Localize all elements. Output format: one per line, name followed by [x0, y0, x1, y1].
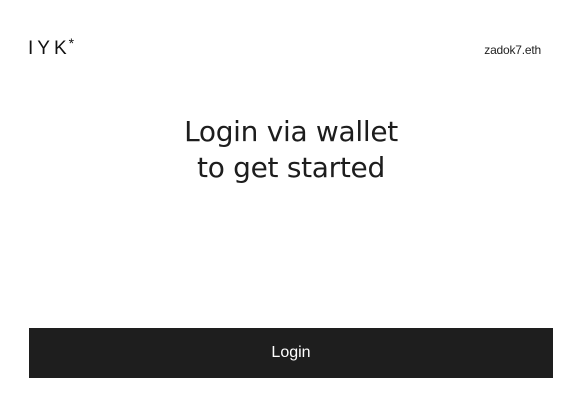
brand-logo[interactable]: IYK * [28, 35, 75, 60]
login-button-label: Login [271, 344, 311, 361]
logo-text: IYK [28, 38, 71, 59]
header: IYK * zadok7.eth [0, 0, 582, 90]
title-line-1: Login via wallet [184, 115, 398, 148]
login-button[interactable]: Login [29, 328, 553, 378]
page-title: Login via wallet to get started [0, 114, 582, 186]
title-line-2: to get started [197, 151, 385, 184]
asterisk-icon: * [68, 35, 75, 51]
wallet-account-name[interactable]: zadok7.eth [484, 42, 541, 58]
